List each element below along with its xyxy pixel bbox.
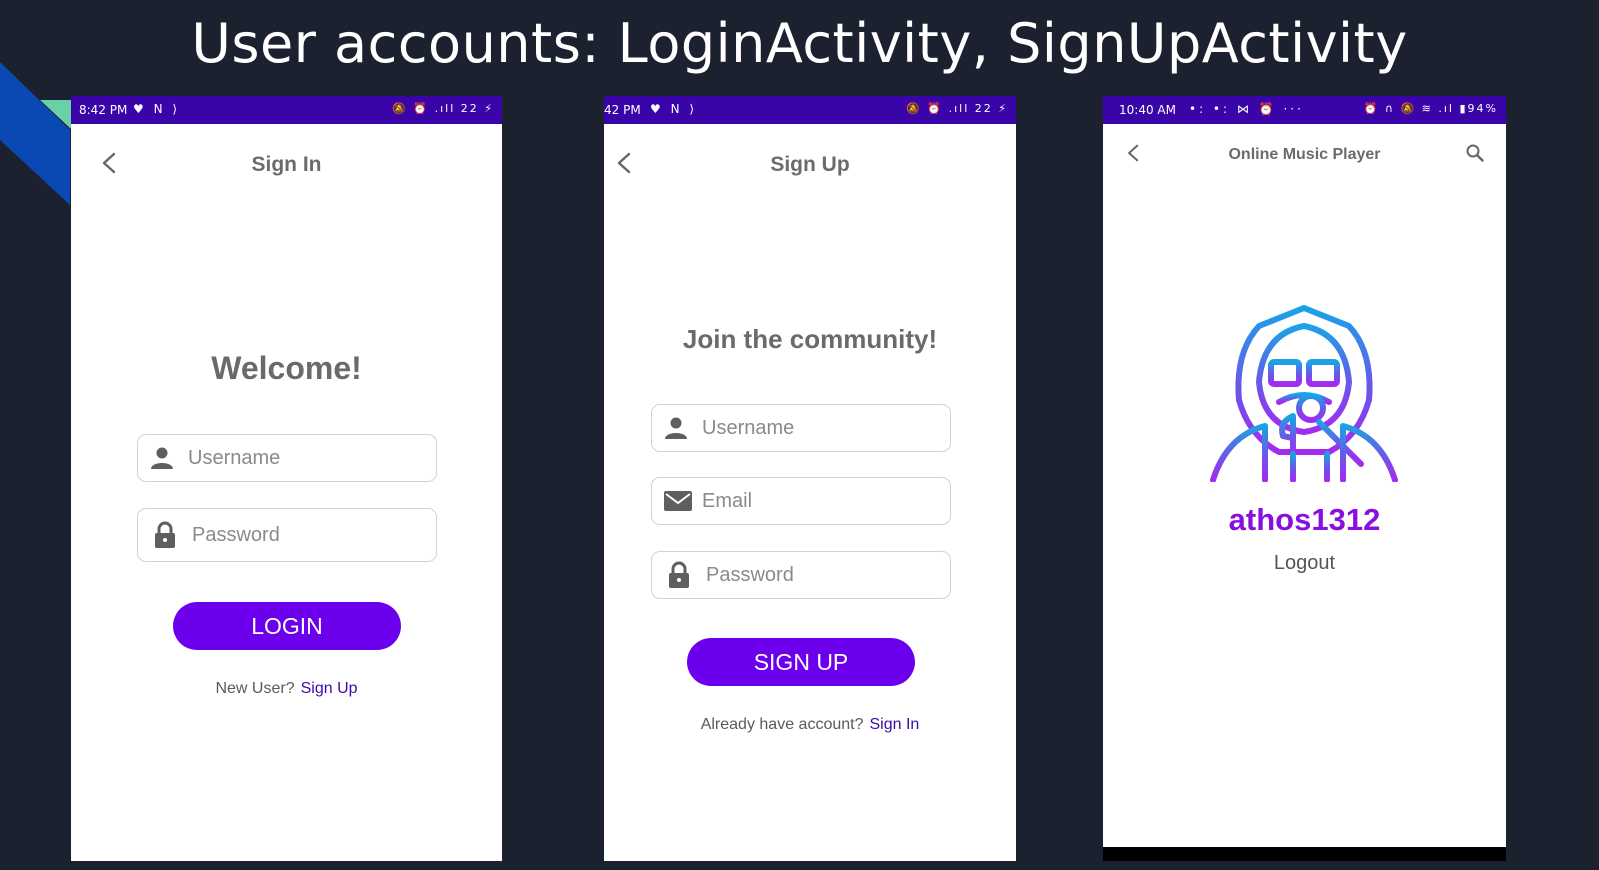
signup-link[interactable]: Sign Up — [301, 680, 358, 697]
notification-icons: ♥ N ⟩ — [650, 102, 698, 116]
username-field[interactable] — [137, 434, 437, 482]
login-screen: 8:42 PM ♥ N ⟩ 🔕 ⏰ .ıll 22 ⚡ Sign In Welc… — [71, 96, 502, 861]
password-field[interactable] — [137, 508, 437, 562]
status-time: 42 PM — [604, 103, 641, 117]
logout-button[interactable]: Logout — [1103, 552, 1506, 575]
username-input[interactable] — [700, 405, 940, 451]
welcome-heading: Welcome! — [211, 350, 362, 386]
signin-link[interactable]: Sign In — [869, 716, 919, 733]
password-input[interactable] — [190, 509, 426, 561]
password-input[interactable] — [704, 552, 940, 598]
signup-screen: 42 PM ♥ N ⟩ 🔕 ⏰ .ıll 22 ⚡ Sign Up Join t… — [604, 96, 1016, 861]
system-status-icons: 🔕 ⏰ .ıll 22 ⚡ — [906, 102, 1008, 115]
slide-title: User accounts: LoginActivity, SignUpActi… — [191, 12, 1408, 75]
signup-prompt-text: New User? — [215, 680, 295, 697]
signup-prompt: New User? Sign Up — [71, 680, 502, 698]
notification-icons: •: •: ⋈ ⏰ ··· — [1189, 102, 1304, 116]
system-status-icons: 🔕 ⏰ .ıll 22 ⚡ — [392, 102, 494, 115]
signin-prompt: Already have account? Sign In — [604, 716, 1016, 734]
username-field[interactable] — [651, 404, 951, 452]
status-bar: 42 PM ♥ N ⟩ 🔕 ⏰ .ıll 22 ⚡ — [604, 96, 1016, 124]
status-bar: 10:40 AM •: •: ⋈ ⏰ ··· ⏰ ∩ 🔕 ≋ .ıl ▮94% — [1103, 96, 1506, 124]
user-icon — [665, 417, 687, 439]
login-button[interactable]: LOGIN — [173, 602, 401, 650]
appbar-title: Online Music Player — [1228, 146, 1381, 163]
status-bar: 8:42 PM ♥ N ⟩ 🔕 ⏰ .ıll 22 ⚡ — [71, 96, 502, 124]
status-time: 8:42 PM — [79, 103, 128, 117]
signup-button[interactable]: SIGN UP — [687, 638, 915, 686]
password-field[interactable] — [651, 551, 951, 599]
user-icon — [151, 447, 173, 469]
navigation-bar — [1103, 847, 1506, 861]
system-status-icons: ⏰ ∩ 🔕 ≋ .ıl ▮94% — [1363, 102, 1498, 115]
notification-icons: ♥ N ⟩ — [133, 102, 181, 116]
join-heading: Join the community! — [682, 324, 938, 354]
lock-icon — [669, 561, 689, 588]
signin-prompt-text: Already have account? — [700, 716, 864, 733]
lock-icon — [155, 521, 175, 548]
profile-username: athos1312 — [1228, 502, 1381, 537]
search-icon[interactable] — [1466, 144, 1484, 162]
email-input[interactable] — [700, 478, 940, 524]
profile-avatar-icon — [1210, 305, 1398, 482]
appbar-title: Sign Up — [770, 153, 850, 176]
status-time: 10:40 AM — [1119, 103, 1176, 117]
appbar-title: Sign In — [251, 153, 322, 176]
email-field[interactable] — [651, 477, 951, 525]
username-input[interactable] — [186, 435, 426, 481]
mail-icon — [664, 491, 692, 511]
profile-screen: 10:40 AM •: •: ⋈ ⏰ ··· ⏰ ∩ 🔕 ≋ .ıl ▮94% … — [1103, 96, 1506, 861]
